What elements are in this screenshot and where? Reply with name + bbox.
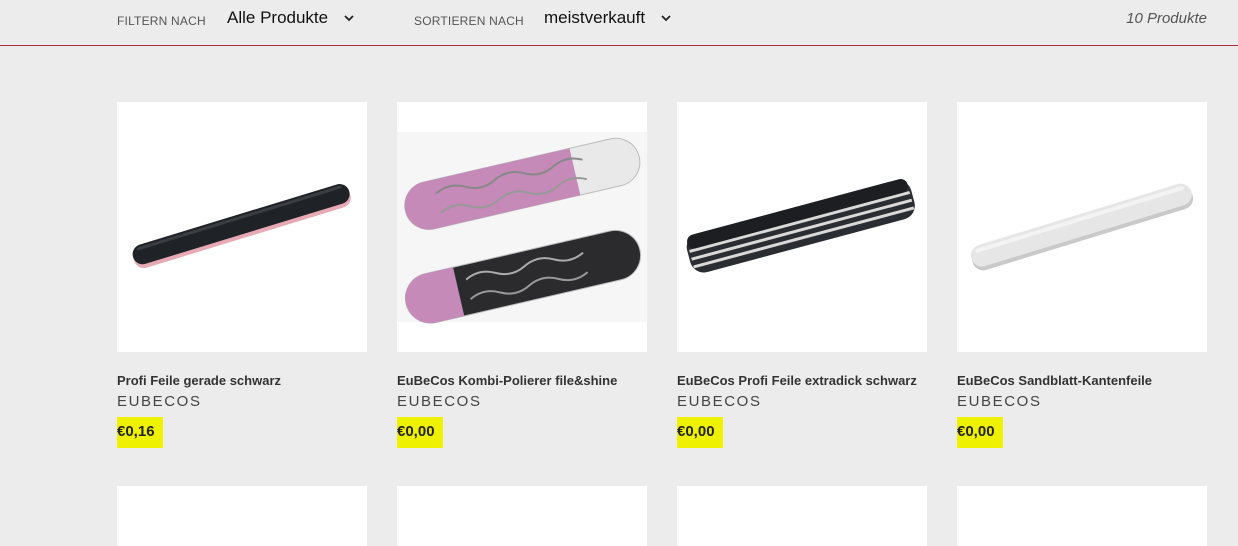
product-image[interactable] xyxy=(677,102,927,352)
product-vendor: EUBECOS xyxy=(677,393,762,410)
chevron-down-icon xyxy=(344,15,354,22)
product-title[interactable]: EuBeCos Kombi-Polierer file&shine xyxy=(397,373,647,388)
product-card[interactable]: Profi Feile gerade schwarz EUBECOS €0,16 xyxy=(117,102,367,448)
product-card[interactable]: EuBeCos Kombi-Polierer file&shine EUBECO… xyxy=(397,102,647,448)
black-nail-file-image xyxy=(132,184,351,269)
product-vendor: EUBECOS xyxy=(397,393,482,410)
product-count: 10 Produkte xyxy=(1126,10,1207,27)
floral-pink-polishers-image xyxy=(397,132,647,324)
product-card[interactable] xyxy=(397,486,647,546)
filter-label: FILTERN NACH xyxy=(117,14,206,28)
product-image[interactable] xyxy=(397,102,647,352)
product-image[interactable] xyxy=(957,486,1207,546)
sort-value: meistverkauft xyxy=(544,8,646,27)
sort-label: SORTIEREN NACH xyxy=(414,14,524,28)
thick-black-file-image xyxy=(686,179,915,273)
product-vendor: EUBECOS xyxy=(117,393,202,410)
filter-value: Alle Produkte xyxy=(227,8,329,27)
chevron-down-icon xyxy=(661,15,671,22)
product-title[interactable]: EuBeCos Profi Feile extradick schwarz xyxy=(677,373,927,388)
product-image[interactable] xyxy=(397,486,647,546)
product-price: €0,00 xyxy=(397,417,443,448)
product-card[interactable] xyxy=(677,486,927,546)
product-title[interactable]: EuBeCos Sandblatt-Kantenfeile xyxy=(957,373,1207,388)
product-price: €0,00 xyxy=(677,417,723,448)
product-title[interactable]: Profi Feile gerade schwarz xyxy=(117,373,367,388)
product-card[interactable]: EuBeCos Profi Feile extradick schwarz EU… xyxy=(677,102,927,448)
product-card[interactable]: EuBeCos Sandblatt-Kantenfeile EUBECOS €0… xyxy=(957,102,1207,448)
collection-toolbar: FILTERN NACH Alle Produkte SORTIEREN NAC… xyxy=(0,0,1238,46)
filter-select[interactable]: Alle Produkte xyxy=(227,8,356,28)
product-price: €0,16 xyxy=(117,417,163,448)
product-image[interactable] xyxy=(957,102,1207,352)
product-vendor: EUBECOS xyxy=(957,393,1042,410)
product-image[interactable] xyxy=(117,102,367,352)
product-card[interactable] xyxy=(957,486,1207,546)
product-card[interactable] xyxy=(117,486,367,546)
product-image[interactable] xyxy=(117,486,367,546)
sort-select[interactable]: meistverkauft xyxy=(544,8,673,28)
product-price: €0,00 xyxy=(957,417,1003,448)
white-sand-file-image xyxy=(970,183,1194,271)
product-image[interactable] xyxy=(677,486,927,546)
